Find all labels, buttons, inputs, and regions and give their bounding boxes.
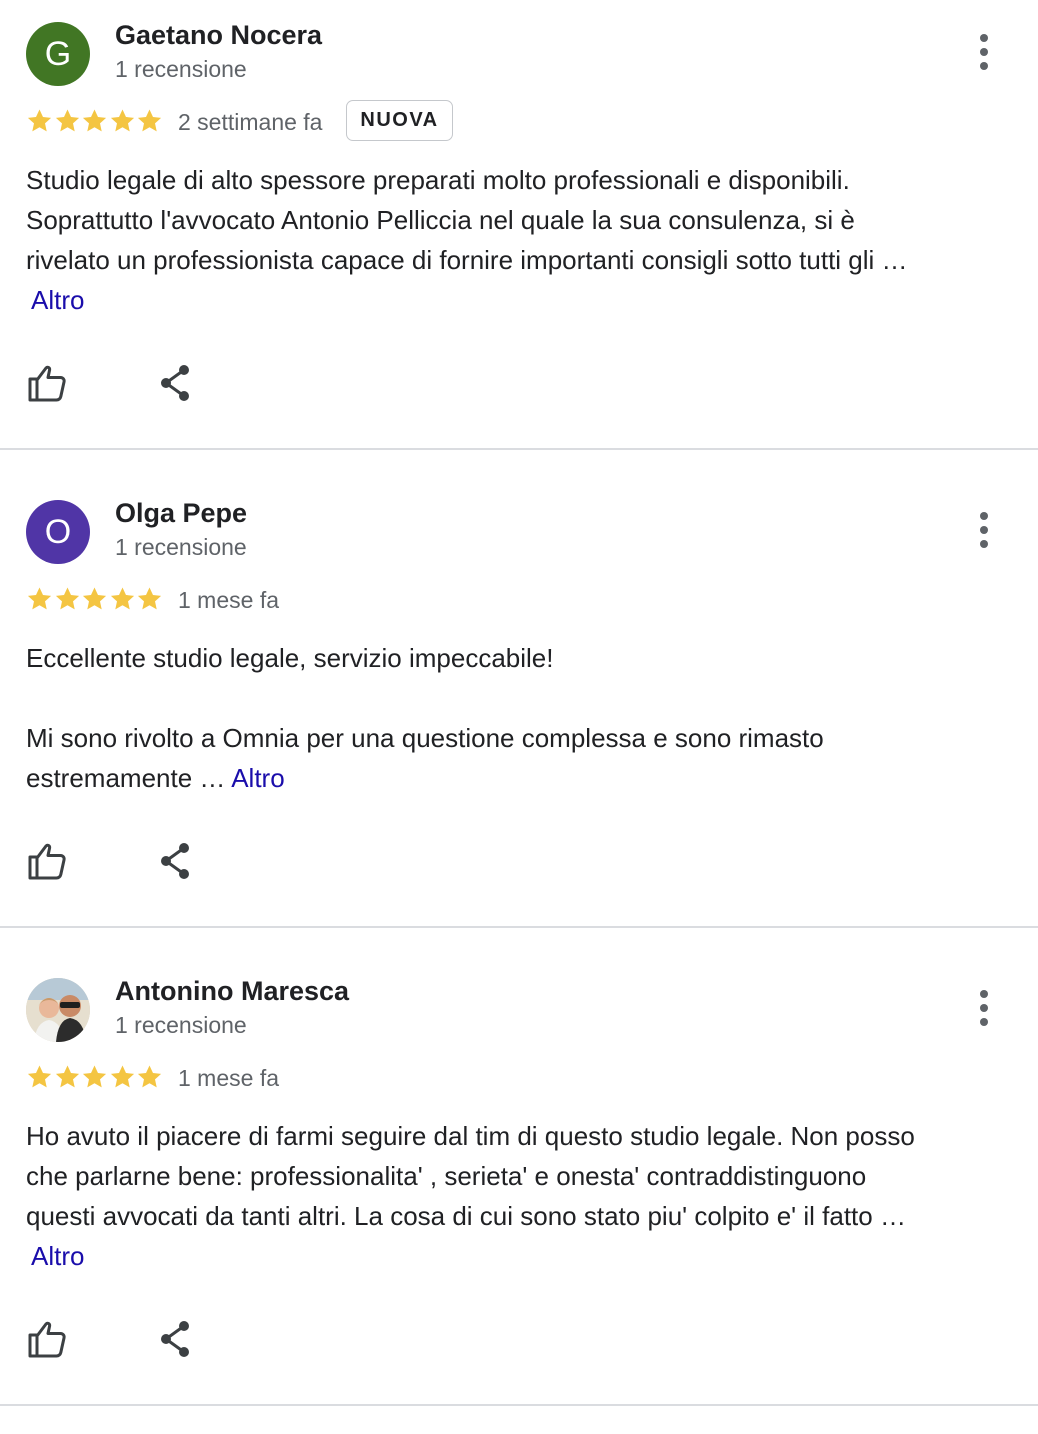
share-icon[interactable]: [154, 840, 196, 882]
more-vert-icon[interactable]: [968, 510, 1000, 550]
thumbs-up-icon[interactable]: [26, 1318, 68, 1360]
more-link[interactable]: Altro: [31, 285, 84, 315]
more-vert-icon[interactable]: [968, 988, 1000, 1028]
divider: [0, 1404, 1038, 1406]
star-icon: [109, 1062, 136, 1092]
reviewer-name[interactable]: Antonino Maresca: [115, 976, 349, 1007]
review-card: Antonino Maresca 1 recensione 1 mese fa …: [0, 956, 1038, 1434]
star-rating: [26, 1062, 164, 1092]
review-date: 1 mese fa: [178, 1065, 279, 1091]
more-vert-icon[interactable]: [968, 32, 1000, 72]
review-text-line: Soprattutto l'avvocato Antonio Pelliccia…: [26, 205, 855, 235]
star-icon: [26, 106, 53, 136]
review-date: 2 settimane fa: [178, 109, 323, 135]
thumbs-up-icon[interactable]: [26, 840, 68, 882]
star-icon: [54, 106, 81, 136]
star-icon: [26, 584, 53, 614]
star-icon: [136, 1062, 163, 1092]
review-text-line: rivelato un professionista capace di for…: [26, 245, 908, 275]
star-icon: [109, 106, 136, 136]
star-icon: [136, 584, 163, 614]
divider: [0, 926, 1038, 928]
review-count: 1 recensione: [115, 1012, 247, 1038]
share-icon[interactable]: [154, 1318, 196, 1360]
review-text-line: che parlarne bene: professionalita' , se…: [26, 1161, 867, 1191]
review-card: G Gaetano Nocera 1 recensione 2 settiman…: [0, 0, 1038, 478]
avatar[interactable]: G: [26, 22, 90, 86]
review-count: 1 recensione: [115, 56, 247, 82]
star-rating: [26, 584, 164, 614]
review-text-line: Ho avuto il piacere di farmi seguire dal…: [26, 1121, 915, 1151]
photo-avatar[interactable]: [26, 978, 90, 1042]
share-icon[interactable]: [154, 362, 196, 404]
reviewer-name[interactable]: Olga Pepe: [115, 498, 247, 529]
review-text-line: Eccellente studio legale, servizio impec…: [26, 643, 554, 673]
thumbs-up-icon[interactable]: [26, 362, 68, 404]
avatar[interactable]: O: [26, 500, 90, 564]
review-card: O Olga Pepe 1 recensione 1 mese fa Eccel…: [0, 478, 1038, 956]
review-text: Studio legale di alto spessore preparati…: [26, 160, 1016, 320]
star-icon: [26, 1062, 53, 1092]
reviewer-name[interactable]: Gaetano Nocera: [115, 20, 322, 51]
divider: [0, 448, 1038, 450]
review-text-line: estremamente …: [26, 763, 226, 793]
star-icon: [136, 106, 163, 136]
star-icon: [54, 1062, 81, 1092]
review-count: 1 recensione: [115, 534, 247, 560]
review-text-line: questi avvocati da tanti altri. La cosa …: [26, 1201, 906, 1231]
more-link[interactable]: Altro: [31, 1241, 84, 1271]
star-icon: [81, 1062, 108, 1092]
star-rating: [26, 106, 164, 136]
review-text-line: Studio legale di alto spessore preparati…: [26, 165, 850, 195]
star-icon: [81, 584, 108, 614]
review-text: Eccellente studio legale, servizio impec…: [26, 638, 1016, 798]
new-badge: NUOVA: [346, 100, 453, 141]
review-text: Ho avuto il piacere di farmi seguire dal…: [26, 1116, 1016, 1276]
more-link[interactable]: Altro: [231, 763, 284, 793]
star-icon: [81, 106, 108, 136]
star-icon: [54, 584, 81, 614]
review-date: 1 mese fa: [178, 587, 279, 613]
star-icon: [109, 584, 136, 614]
review-text-line: Mi sono rivolto a Omnia per una question…: [26, 723, 824, 753]
